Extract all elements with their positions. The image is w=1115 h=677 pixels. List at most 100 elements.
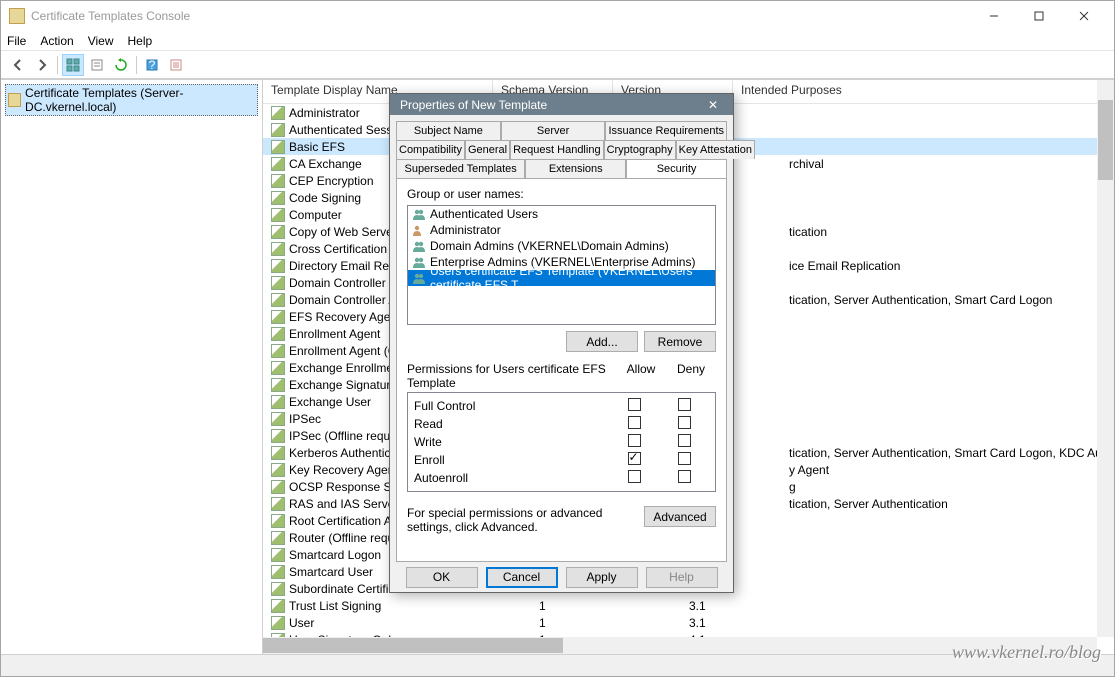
tab-request-handling[interactable]: Request Handling xyxy=(510,140,603,159)
template-row[interactable]: User 1 3.1 xyxy=(263,614,1114,631)
list-button[interactable] xyxy=(165,54,187,76)
deny-checkbox[interactable] xyxy=(678,452,691,465)
allow-checkbox[interactable] xyxy=(628,470,641,483)
advanced-button[interactable]: Advanced xyxy=(644,506,716,527)
allow-checkbox[interactable] xyxy=(628,434,641,447)
row-purpose: tication, Server Authentication, Smart C… xyxy=(789,293,1114,307)
group-listbox[interactable]: Authenticated Users Administrator Domain A… xyxy=(407,205,716,325)
menu-help[interactable]: Help xyxy=(128,34,153,48)
minimize-button[interactable] xyxy=(971,2,1016,30)
permission-name: Enroll xyxy=(414,453,609,467)
properties-button[interactable] xyxy=(86,54,108,76)
row-purpose: g xyxy=(789,480,1114,494)
cert-icon xyxy=(271,531,285,545)
cert-icon xyxy=(271,140,285,154)
cert-icon xyxy=(271,259,285,273)
apply-button[interactable]: Apply xyxy=(566,567,638,588)
group-icon xyxy=(412,256,426,268)
watermark: www.vkernel.ro/blog xyxy=(952,642,1101,663)
cert-icon xyxy=(271,446,285,460)
row-purpose: ice Email Replication xyxy=(789,259,1114,273)
tab-subject-name[interactable]: Subject Name xyxy=(396,121,501,140)
cert-icon xyxy=(271,242,285,256)
row-schema: 1 xyxy=(489,599,639,613)
tab-security[interactable]: Security xyxy=(626,159,727,178)
group-row[interactable]: Authenticated Users xyxy=(408,206,715,222)
properties-dialog: Properties of New Template ✕ Subject Nam… xyxy=(389,93,734,593)
cert-icon xyxy=(271,480,285,494)
refresh-button[interactable] xyxy=(110,54,132,76)
special-permissions-text: For special permissions or advanced sett… xyxy=(407,506,636,535)
cert-icon xyxy=(271,106,285,120)
deny-checkbox[interactable] xyxy=(678,398,691,411)
menu-view[interactable]: View xyxy=(88,34,114,48)
close-button[interactable] xyxy=(1061,2,1106,30)
menu-file[interactable]: File xyxy=(7,34,26,48)
cert-icon xyxy=(271,225,285,239)
row-purpose: y Agent xyxy=(789,463,1114,477)
maximize-button[interactable] xyxy=(1016,2,1061,30)
cert-icon xyxy=(271,497,285,511)
remove-button[interactable]: Remove xyxy=(644,331,716,352)
tab-cryptography[interactable]: Cryptography xyxy=(604,140,676,159)
permissions-table: Full Control Read Write Enroll Autoenrol… xyxy=(407,392,716,492)
tab-compatibility[interactable]: Compatibility xyxy=(396,140,465,159)
col-purposes[interactable]: Intended Purposes xyxy=(733,80,1114,103)
tab-server[interactable]: Server xyxy=(501,121,606,140)
deny-checkbox[interactable] xyxy=(678,470,691,483)
tree-pane: Certificate Templates (Server-DC.vkernel… xyxy=(1,80,263,654)
cert-icon xyxy=(271,616,285,630)
tab-superseded[interactable]: Superseded Templates xyxy=(396,159,525,178)
cert-icon xyxy=(271,310,285,324)
allow-checkbox[interactable] xyxy=(628,398,641,411)
group-row[interactable]: Users certificate EFS Template (VKERNEL\… xyxy=(408,270,715,286)
menu-action[interactable]: Action xyxy=(40,34,73,48)
allow-checkbox[interactable] xyxy=(628,452,641,465)
scrollbar-vertical[interactable] xyxy=(1097,80,1114,637)
group-row[interactable]: Administrator xyxy=(408,222,715,238)
tab-issuance[interactable]: Issuance Requirements xyxy=(605,121,727,140)
view-button[interactable] xyxy=(62,54,84,76)
row-name: Trust List Signing xyxy=(289,599,489,613)
dialog-titlebar[interactable]: Properties of New Template ✕ xyxy=(390,94,733,115)
tab-key-attestation[interactable]: Key Attestation xyxy=(676,140,755,159)
permissions-label: Permissions for Users certificate EFS Te… xyxy=(407,362,616,390)
forward-button[interactable] xyxy=(31,54,53,76)
cancel-button[interactable]: Cancel xyxy=(486,567,558,588)
permission-name: Read xyxy=(414,417,609,431)
svg-text:?: ? xyxy=(149,58,156,72)
tree-root-label: Certificate Templates (Server-DC.vkernel… xyxy=(25,86,255,114)
group-name: Authenticated Users xyxy=(430,207,538,221)
tab-general[interactable]: General xyxy=(465,140,510,159)
tab-extensions[interactable]: Extensions xyxy=(525,159,626,178)
template-row[interactable]: Trust List Signing 1 3.1 xyxy=(263,597,1114,614)
cert-icon xyxy=(271,599,285,613)
cert-icon xyxy=(271,361,285,375)
cert-icon xyxy=(271,293,285,307)
cert-icon xyxy=(271,565,285,579)
group-name: Administrator xyxy=(430,223,501,237)
group-icon xyxy=(412,240,426,252)
ok-button[interactable]: OK xyxy=(406,567,478,588)
help-button[interactable]: ? xyxy=(141,54,163,76)
group-row[interactable]: Domain Admins (VKERNEL\Domain Admins) xyxy=(408,238,715,254)
statusbar xyxy=(1,654,1114,676)
row-schema: 1 xyxy=(489,616,639,630)
dialog-close-button[interactable]: ✕ xyxy=(703,98,723,112)
folder-icon xyxy=(8,93,21,107)
cert-icon xyxy=(271,378,285,392)
menubar: File Action View Help xyxy=(1,31,1114,51)
permission-row: Read xyxy=(414,415,709,433)
deny-checkbox[interactable] xyxy=(678,434,691,447)
cert-icon xyxy=(271,208,285,222)
group-name: Domain Admins (VKERNEL\Domain Admins) xyxy=(430,239,669,253)
cert-icon xyxy=(271,412,285,426)
add-button[interactable]: Add... xyxy=(566,331,638,352)
tree-root[interactable]: Certificate Templates (Server-DC.vkernel… xyxy=(5,84,258,116)
deny-checkbox[interactable] xyxy=(678,416,691,429)
allow-checkbox[interactable] xyxy=(628,416,641,429)
dialog-title: Properties of New Template xyxy=(400,98,703,112)
back-button[interactable] xyxy=(7,54,29,76)
help-button-dialog[interactable]: Help xyxy=(646,567,718,588)
permission-name: Autoenroll xyxy=(414,471,609,485)
